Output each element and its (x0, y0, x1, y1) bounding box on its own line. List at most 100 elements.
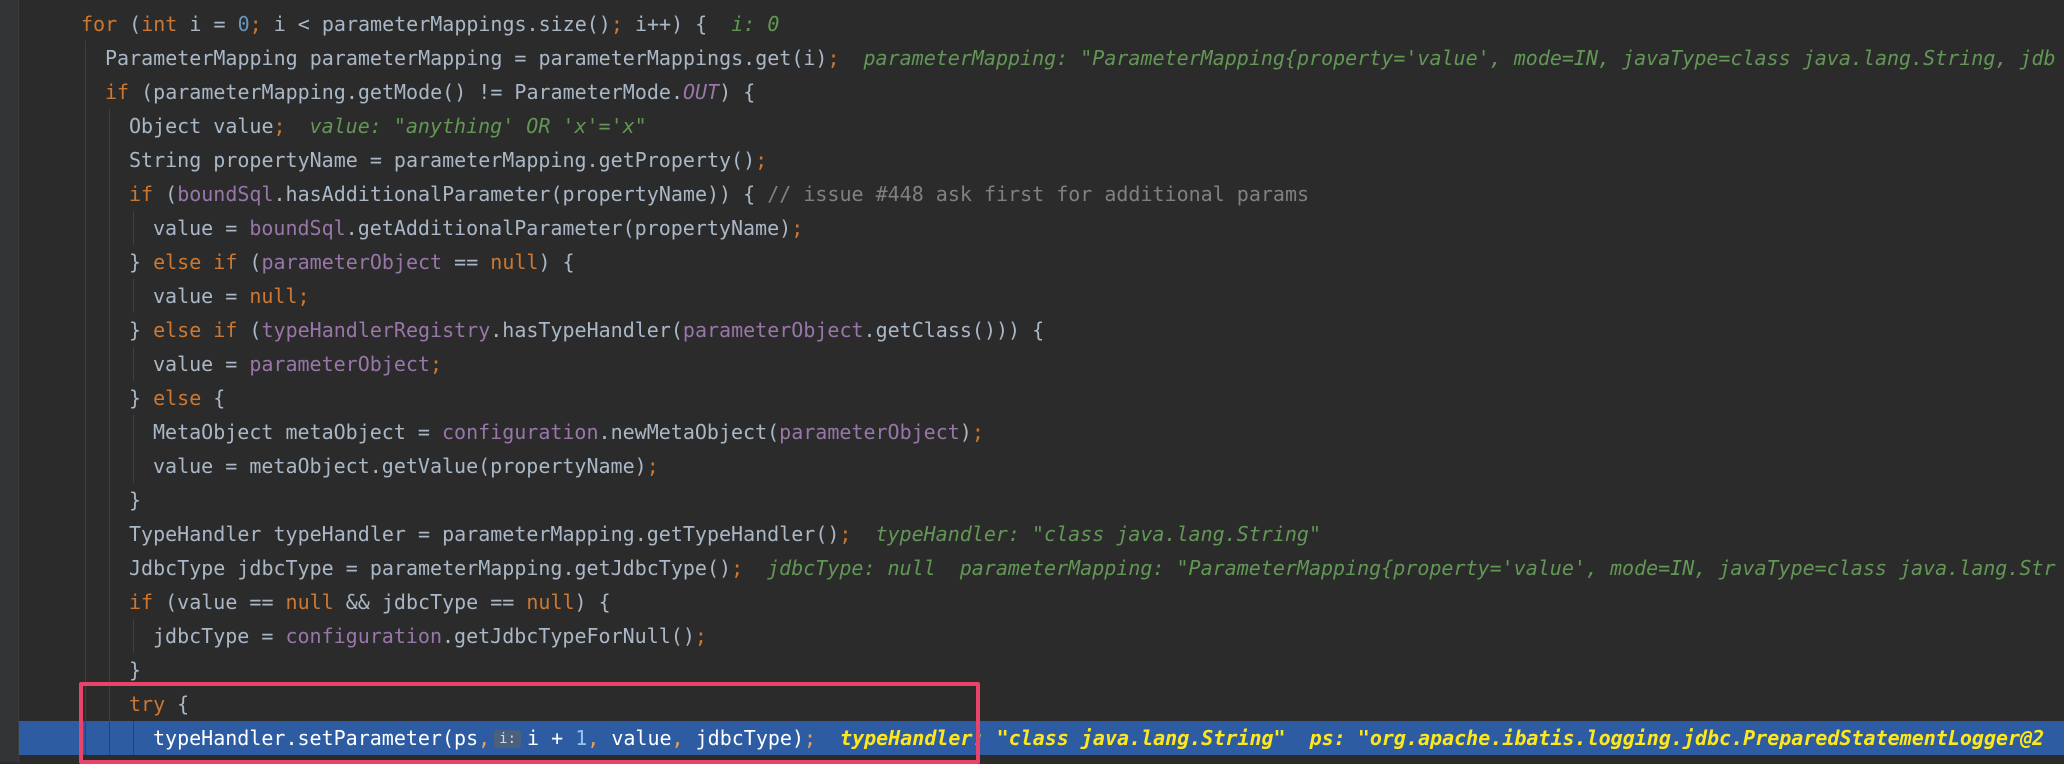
inline-debug-value: jdbcType: null parameterMapping: "Parame… (767, 556, 2056, 580)
indent-guide (109, 517, 110, 551)
code-token: else if (153, 318, 238, 342)
indent-guide (85, 41, 86, 75)
code-line[interactable]: JdbcType jdbcType = parameterMapping.get… (19, 551, 2064, 585)
indent-guide (85, 551, 86, 585)
code-token: // issue #448 ask first for additional p… (767, 182, 1310, 206)
indent-guide (109, 551, 110, 585)
code-line[interactable]: MetaObject metaObject = configuration.ne… (19, 415, 2064, 449)
code-token: MetaObject metaObject = (153, 420, 442, 444)
code-line[interactable]: } else if (typeHandlerRegistry.hasTypeHa… (19, 313, 2064, 347)
code-token: if (105, 80, 130, 104)
code-token: .getAdditionalParameter(propertyName) (345, 216, 792, 240)
code-token: boundSql (177, 182, 274, 206)
code-token: typeHandler.setParameter(ps (153, 726, 479, 750)
code-line[interactable]: typeHandler.setParameter(ps, i: i + 1, val… (19, 721, 2064, 755)
indent-guide (109, 313, 110, 347)
indent-guide (133, 279, 134, 313)
code-text: if (parameterMapping.getMode() != Parame… (105, 75, 755, 109)
code-text: MetaObject metaObject = configuration.ne… (153, 415, 984, 449)
code-token: ; (804, 726, 817, 750)
code-token: , (587, 726, 600, 750)
code-token: parameterObject (682, 318, 864, 342)
indent-guide (85, 177, 86, 211)
code-token: .getJdbcTypeForNull() (442, 624, 695, 648)
code-line[interactable]: value = null; (19, 279, 2064, 313)
indent-guide (85, 313, 86, 347)
code-line[interactable]: value = parameterObject; (19, 347, 2064, 381)
code-token: ; (827, 46, 840, 70)
code-text: ParameterMapping parameterMapping = para… (105, 41, 2056, 75)
code-token: ParameterMapping parameterMapping = para… (105, 46, 828, 70)
indent-guide (109, 653, 110, 687)
code-token: ; (839, 522, 852, 546)
code-token: value = (153, 216, 250, 240)
indent-guide (109, 483, 110, 517)
code-editor[interactable]: for (int i = 0; i < parameterMappings.si… (19, 0, 2064, 762)
code-token: configuration (441, 420, 599, 444)
code-text: } (129, 653, 141, 687)
code-text: value = null; (153, 279, 310, 313)
indent-guide (85, 449, 86, 483)
inline-debug-value: value: "anything' OR 'x'='x" (309, 114, 647, 138)
code-text: if (value == null && jdbcType == null) { (129, 585, 611, 619)
code-token: i = (177, 12, 238, 36)
code-token: && jdbcType == (333, 590, 527, 614)
indent-guide (85, 211, 86, 245)
indent-guide (133, 415, 134, 449)
code-token: boundSql (249, 216, 346, 240)
code-token: value = (153, 284, 250, 308)
indent-guide (109, 279, 110, 313)
code-text: try { (129, 687, 189, 721)
code-token: configuration (285, 624, 442, 648)
indent-guide (109, 415, 110, 449)
code-line[interactable]: if (value == null && jdbcType == null) { (19, 585, 2064, 619)
code-line[interactable]: jdbcType = configuration.getJdbcTypeForN… (19, 619, 2064, 653)
indent-guide (85, 109, 86, 143)
code-line[interactable]: } (19, 483, 2064, 517)
code-line[interactable]: if (boundSql.hasAdditionalParameter(prop… (19, 177, 2064, 211)
code-token: else (153, 386, 202, 410)
code-line[interactable]: String propertyName = parameterMapping.g… (19, 143, 2064, 177)
code-line[interactable]: } (19, 653, 2064, 687)
code-text: typeHandler.setParameter(ps, i: i + 1, val… (153, 721, 2044, 755)
code-token: .hasAdditionalParameter(propertyName)) { (273, 182, 768, 206)
indent-guide (109, 245, 110, 279)
indent-guide (85, 143, 86, 177)
indent-guide (85, 619, 86, 653)
code-line[interactable]: for (int i = 0; i < parameterMappings.si… (19, 7, 2064, 41)
code-token: ) { (574, 590, 611, 614)
code-text: for (int i = 0; i < parameterMappings.si… (81, 7, 779, 41)
code-token: } (129, 318, 154, 342)
code-token: Object value (129, 114, 274, 138)
code-text: value = boundSql.getAdditionalParameter(… (153, 211, 803, 245)
code-text: TypeHandler typeHandler = parameterMappi… (129, 517, 1321, 551)
code-token: ) (959, 420, 972, 444)
indent-guide (85, 687, 86, 721)
indent-guide (85, 483, 86, 517)
code-token: ; (731, 556, 744, 580)
code-line[interactable]: TypeHandler typeHandler = parameterMappi… (19, 517, 2064, 551)
indent-guide (109, 585, 110, 619)
indent-guide (85, 381, 86, 415)
indent-guide (109, 381, 110, 415)
code-token: int (141, 12, 178, 36)
indent-guide (133, 211, 134, 245)
code-token: typeHandlerRegistry (261, 318, 491, 342)
code-token: i + (527, 726, 576, 750)
code-line[interactable]: ParameterMapping parameterMapping = para… (19, 41, 2064, 75)
code-line[interactable]: } else { (19, 381, 2064, 415)
code-line[interactable]: } else if (parameterObject == null) { (19, 245, 2064, 279)
code-token: parameterObject (779, 420, 960, 444)
code-token: , (671, 726, 684, 750)
code-token: .hasTypeHandler( (490, 318, 683, 342)
code-line[interactable]: value = boundSql.getAdditionalParameter(… (19, 211, 2064, 245)
code-line[interactable]: value = metaObject.getValue(propertyName… (19, 449, 2064, 483)
code-line[interactable]: try { (19, 687, 2064, 721)
code-line[interactable]: if (parameterMapping.getMode() != Parame… (19, 75, 2064, 109)
code-token: ( (117, 12, 142, 36)
inline-debug-value: parameterMapping: "ParameterMapping{prop… (863, 46, 2056, 70)
code-token: value = (153, 352, 250, 376)
code-token: if (129, 590, 154, 614)
code-token: .getClass())) { (863, 318, 1045, 342)
code-line[interactable]: Object value; value: "anything' OR 'x'='x… (19, 109, 2064, 143)
